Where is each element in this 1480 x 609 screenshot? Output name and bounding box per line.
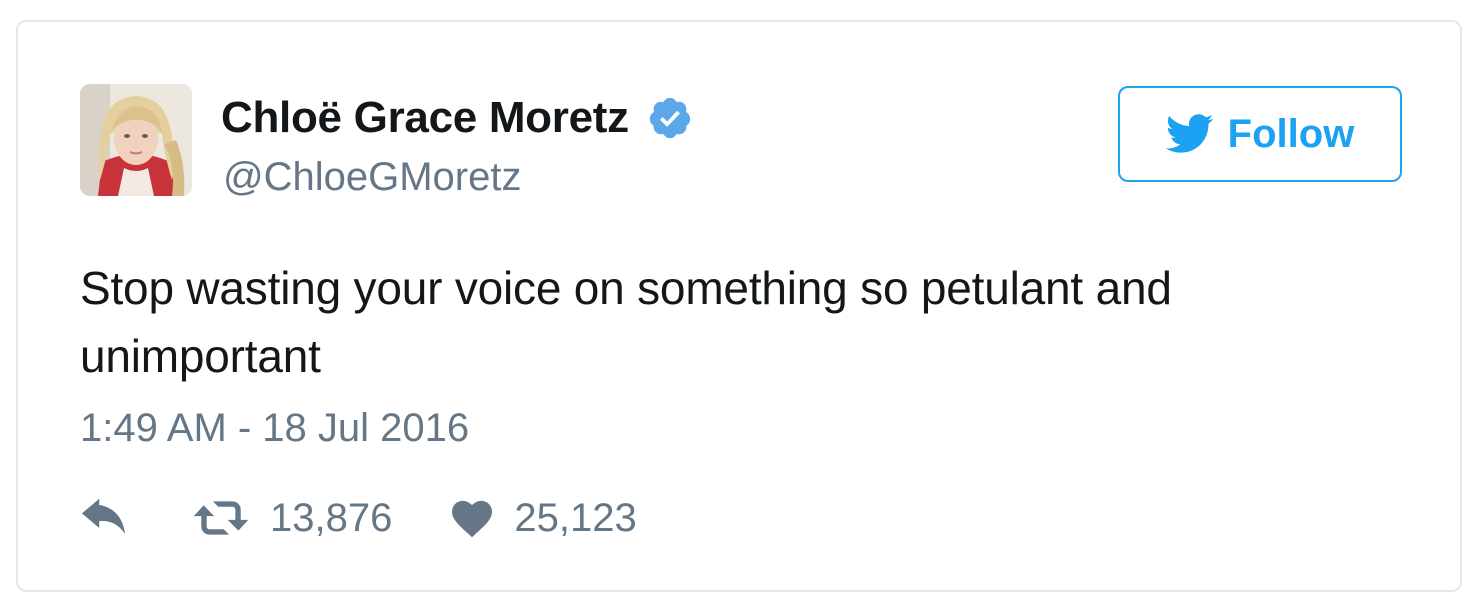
reply-button[interactable] bbox=[80, 498, 130, 538]
user-handle[interactable]: @ChloeGMoretz bbox=[223, 155, 521, 200]
twitter-bird-icon bbox=[1165, 114, 1213, 153]
retweet-icon bbox=[193, 501, 249, 535]
tweet-timestamp[interactable]: 1:49 AM - 18 Jul 2016 bbox=[80, 406, 469, 451]
follow-label: Follow bbox=[1227, 111, 1355, 156]
follow-button[interactable]: Follow bbox=[1118, 86, 1402, 182]
retweet-button[interactable]: 13,876 bbox=[192, 496, 392, 541]
name-row: Chloë Grace Moretz bbox=[221, 90, 693, 146]
retweet-count: 13,876 bbox=[270, 495, 393, 540]
avatar-image bbox=[80, 84, 192, 196]
heart-icon bbox=[452, 500, 493, 538]
verified-badge-icon bbox=[649, 97, 690, 139]
avatar[interactable] bbox=[80, 84, 192, 196]
like-button[interactable]: 25,123 bbox=[450, 495, 637, 541]
reply-icon bbox=[81, 498, 125, 534]
display-name[interactable]: Chloë Grace Moretz bbox=[221, 93, 629, 143]
tweet-actions: 13,876 25,123 bbox=[80, 490, 637, 546]
tweet-card: Chloë Grace Moretz @ChloeGMoretz Follow … bbox=[16, 20, 1462, 592]
like-count: 25,123 bbox=[514, 495, 637, 540]
tweet-text: Stop wasting your voice on something so … bbox=[80, 262, 1172, 382]
